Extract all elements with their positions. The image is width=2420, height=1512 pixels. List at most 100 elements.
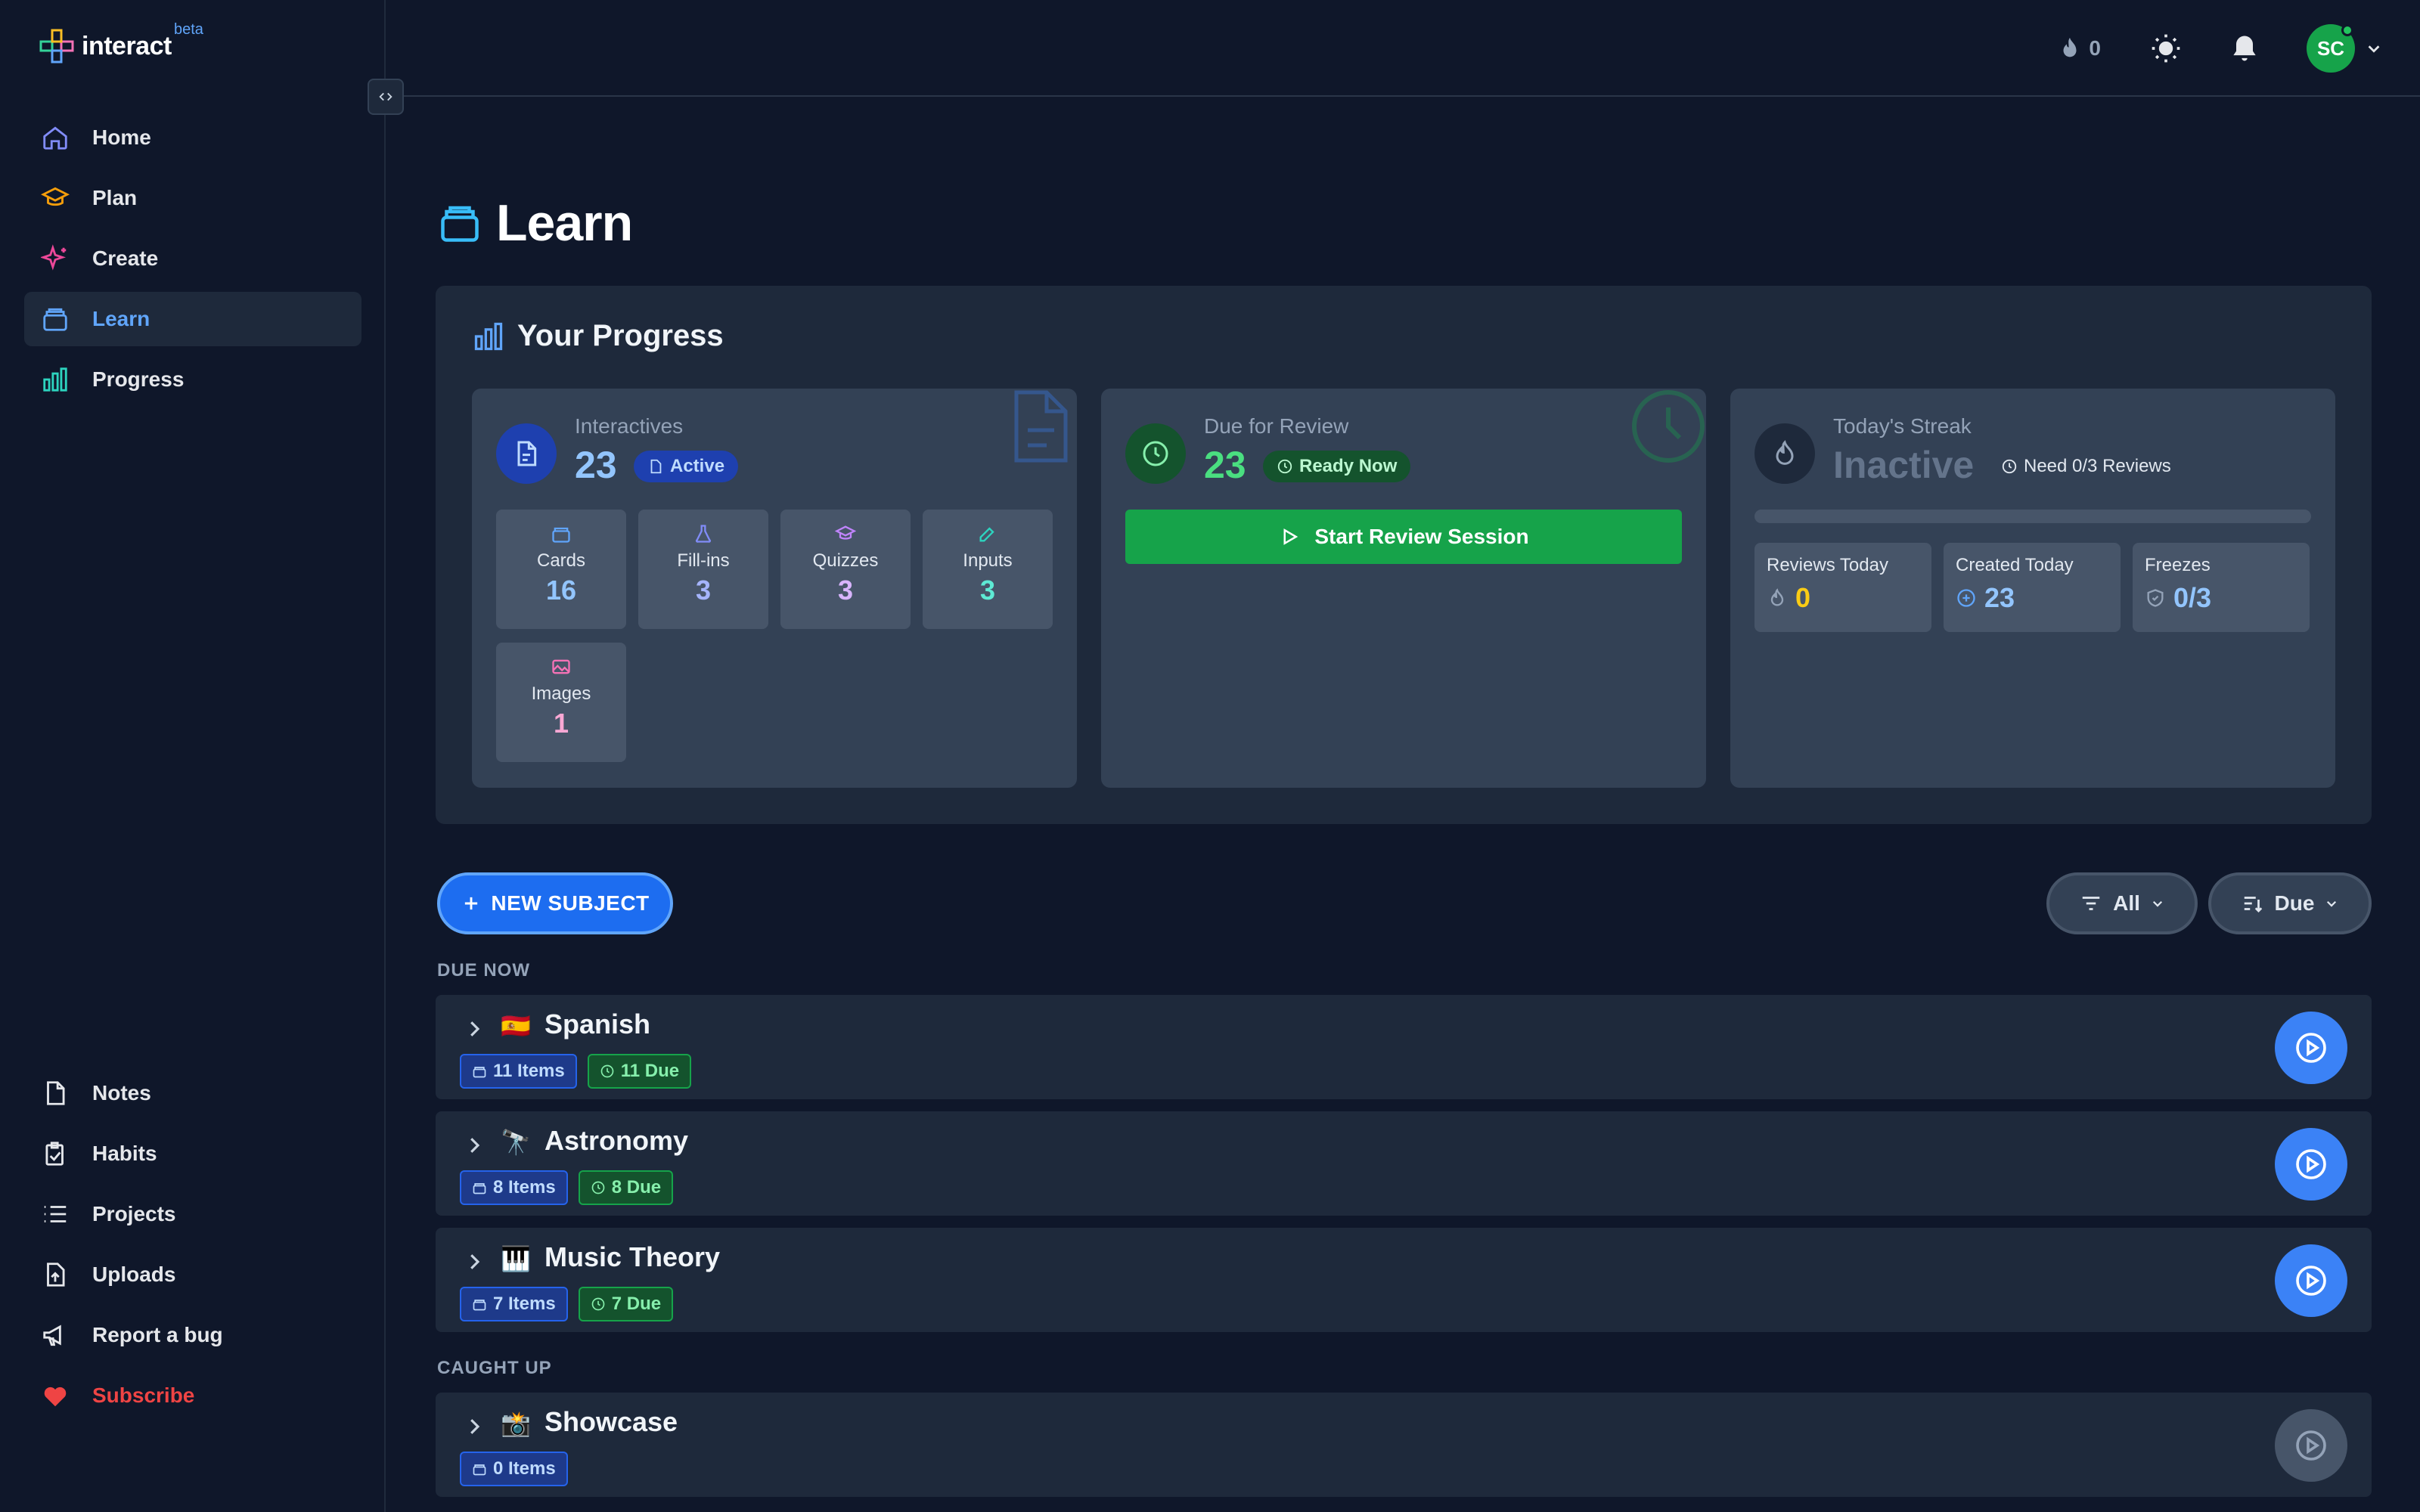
stat-freezes: Freezes 0/3 — [2133, 543, 2310, 632]
stat-reviews-today: Reviews Today 0 — [1754, 543, 1931, 632]
subject-name: Music Theory — [544, 1241, 721, 1272]
subject-name: Showcase — [544, 1406, 678, 1437]
sidebar-item-learn[interactable]: Learn — [24, 292, 361, 346]
due-badge-label: 11 Due — [620, 1061, 680, 1081]
play-subject-button[interactable] — [2275, 1128, 2347, 1201]
stat-value: 0 — [1795, 582, 1811, 613]
sort-dropdown[interactable]: Due — [2208, 872, 2372, 934]
avatar-initials: SC — [2316, 36, 2345, 60]
file-upload-icon — [47, 1263, 65, 1287]
bell-icon[interactable] — [2228, 32, 2261, 65]
clock-watermark-icon — [1632, 390, 1705, 463]
app-name: interact — [82, 31, 172, 60]
status-badge-label: Active — [670, 456, 725, 476]
sort-icon — [2244, 897, 2262, 912]
sidebar-item-subscribe[interactable]: Subscribe — [24, 1368, 361, 1423]
interactives-count: 23 — [575, 444, 617, 486]
sidebar-item-label: Plan — [92, 186, 138, 209]
sidebar-item-label: Home — [92, 125, 151, 149]
due-badge-label: 7 Due — [611, 1294, 662, 1314]
sidebar-item-notes[interactable]: Notes — [24, 1066, 361, 1120]
play-icon — [1283, 528, 1298, 545]
file-watermark-icon — [1014, 390, 1068, 463]
subject-row-astronomy[interactable]: 🔭 Astronomy 8 Items 8 Due — [436, 1111, 2372, 1216]
chevron-right-icon[interactable] — [463, 1134, 486, 1157]
subject-row-showcase[interactable]: 📸 Showcase 0 Items — [436, 1393, 2372, 1497]
sidebar-item-habits[interactable]: Habits — [24, 1126, 361, 1181]
sidebar-item-progress[interactable]: Progress — [24, 352, 361, 407]
subject-emoji: 🇪🇸 — [501, 1012, 531, 1040]
play-subject-button[interactable] — [2275, 1012, 2347, 1084]
play-subject-button[interactable] — [2275, 1409, 2347, 1482]
subject-emoji: 📸 — [501, 1409, 531, 1438]
subject-emoji: 🔭 — [501, 1128, 531, 1157]
flame-icon — [1770, 588, 1784, 606]
sidebar-item-create[interactable]: Create — [24, 231, 361, 286]
sidebar-collapse-button[interactable] — [368, 79, 404, 115]
interact-logo-icon — [39, 29, 74, 64]
sidebar-item-projects[interactable]: Projects — [24, 1187, 361, 1241]
chevron-right-icon[interactable] — [463, 1018, 486, 1040]
new-subject-button[interactable]: NEW SUBJECT — [437, 872, 673, 934]
items-badge-label: 7 Items — [493, 1294, 556, 1314]
sidebar-item-uploads[interactable]: Uploads — [24, 1247, 361, 1302]
clock-icon — [600, 1064, 614, 1078]
flame-icon — [1776, 440, 1794, 465]
sidebar-item-label: Habits — [92, 1142, 157, 1165]
streak-label: Today's Streak — [1833, 414, 1972, 438]
plus-circle-icon — [1957, 589, 1975, 607]
streak-status: Inactive — [1833, 444, 1975, 486]
items-badge: 8 Items — [460, 1170, 568, 1205]
chevron-right-icon[interactable] — [463, 1415, 486, 1438]
progress-panel: Your Progress Interactives 23 Active Car… — [436, 286, 2372, 824]
stat-value: 1 — [553, 708, 569, 739]
ready-badge-label: Ready Now — [1299, 456, 1398, 476]
clock-icon — [591, 1297, 605, 1311]
stat-fill-ins: Fill-ins 3 — [638, 510, 768, 629]
avatar[interactable]: SC — [2307, 24, 2355, 73]
play-circle-icon — [2296, 1149, 2326, 1179]
flask-icon — [695, 525, 712, 543]
subject-row-spanish[interactable]: 🇪🇸 Spanish 11 Items 11 Due — [436, 995, 2372, 1099]
section-label-caught-up: CAUGHT UP — [437, 1358, 552, 1378]
edit-icon — [979, 527, 994, 542]
status-badge: Active — [634, 451, 739, 482]
plus-icon — [465, 897, 478, 910]
flame-icon — [2063, 37, 2077, 57]
sidebar-item-plan[interactable]: Plan — [24, 171, 361, 225]
stat-value: 16 — [545, 575, 577, 606]
image-icon — [552, 659, 570, 674]
streak-count: 0 — [2089, 36, 2101, 60]
subject-emoji: 🎹 — [501, 1244, 531, 1273]
chevron-down-icon[interactable] — [2366, 40, 2382, 57]
sidebar-item-report-bug[interactable]: Report a bug — [24, 1308, 361, 1362]
bar-chart-icon — [43, 367, 67, 392]
sidebar-item-label: Projects — [92, 1202, 176, 1225]
sidebar-item-home[interactable]: Home — [24, 110, 361, 165]
file-text-icon — [517, 441, 537, 466]
streak-counter[interactable]: 0 — [2057, 36, 2101, 61]
interactives-card: Interactives 23 Active Cards 16 Fill-ins… — [472, 389, 1077, 788]
due-review-card: Due for Review 23 Ready Now Start Review… — [1101, 389, 1706, 788]
new-subject-label: NEW SUBJECT — [491, 891, 650, 915]
play-subject-button[interactable] — [2275, 1244, 2347, 1317]
card-stack-icon — [473, 1300, 486, 1311]
topbar-divider — [387, 95, 2420, 97]
app-logo[interactable]: interact beta — [38, 21, 203, 65]
topbar-actions: 0 SC — [2057, 23, 2382, 74]
sidebar-item-label: Uploads — [92, 1263, 176, 1286]
chevron-down-icon — [2152, 900, 2162, 907]
items-badge-label: 8 Items — [493, 1177, 556, 1198]
filter-dropdown[interactable]: All — [2046, 872, 2198, 934]
page-title-text: Learn — [496, 194, 633, 252]
stat-value: 23 — [1984, 582, 2015, 613]
sidebar-item-label: Learn — [92, 307, 150, 330]
stat-value: 3 — [979, 575, 996, 606]
start-review-button[interactable]: Start Review Session — [1125, 510, 1682, 564]
chevron-right-icon[interactable] — [463, 1250, 486, 1273]
subject-row-music-theory[interactable]: 🎹 Music Theory 7 Items 7 Due — [436, 1228, 2372, 1332]
sun-icon[interactable] — [2149, 32, 2183, 65]
card-stack-icon — [473, 1067, 486, 1078]
secondary-nav: Notes Habits Projects Uploads Report a b… — [24, 1066, 361, 1429]
list-icon — [44, 1206, 67, 1222]
